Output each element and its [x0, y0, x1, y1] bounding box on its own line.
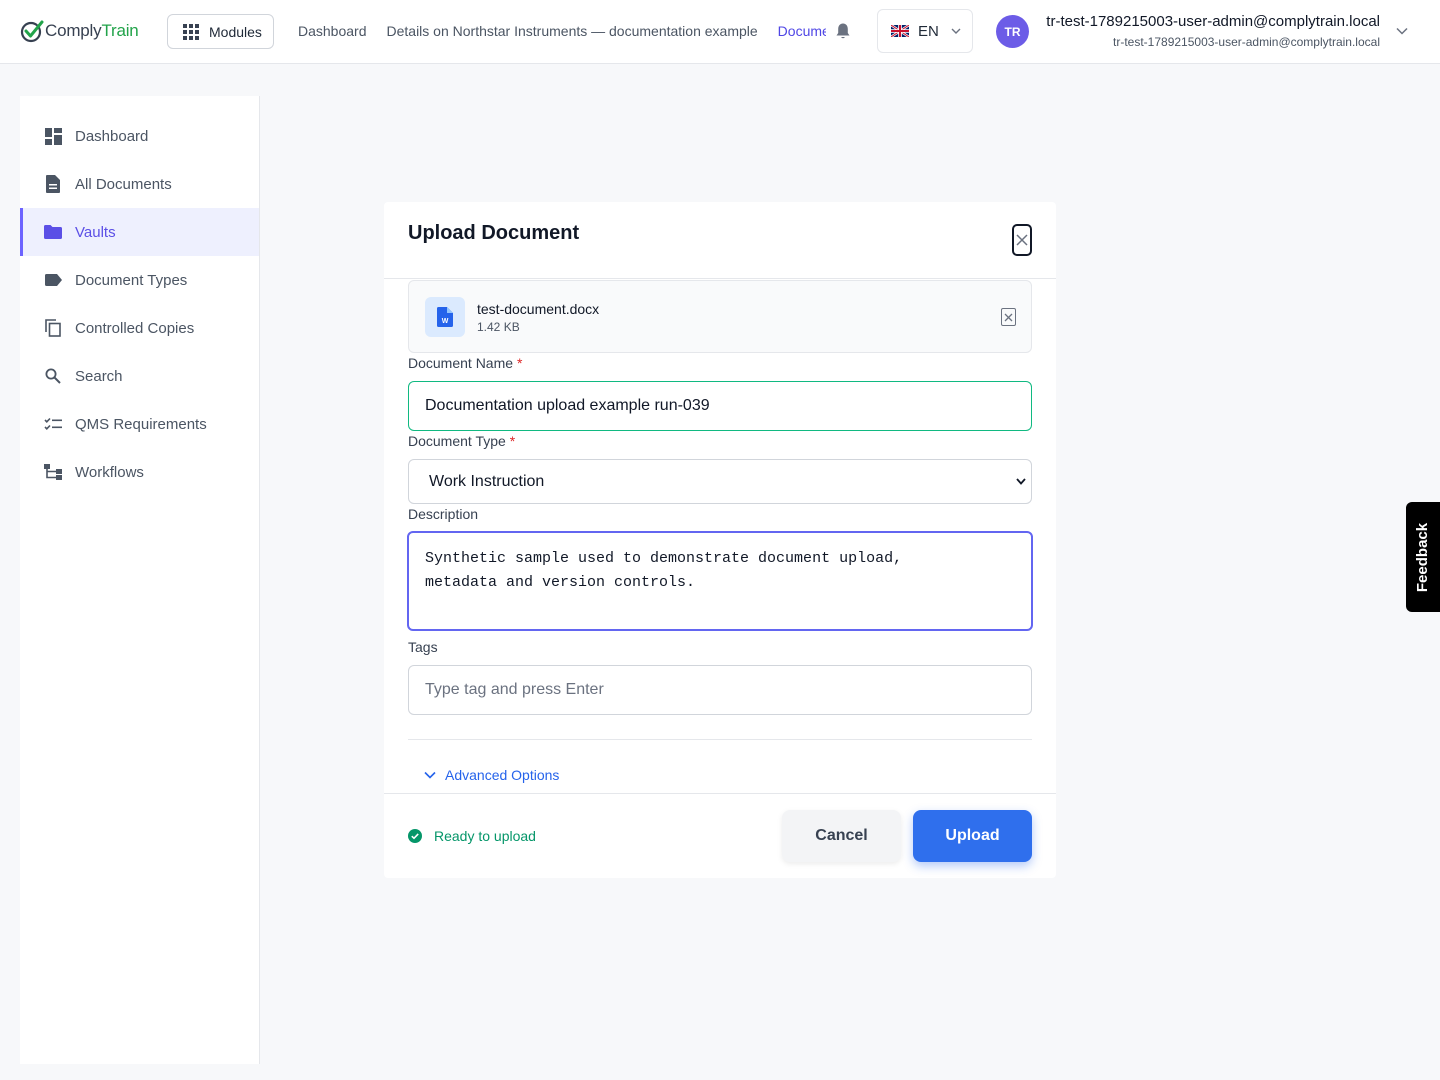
- breadcrumb: Dashboard Details on Northstar Instrumen…: [298, 23, 826, 39]
- sidebar-item-dashboard[interactable]: Dashboard: [20, 112, 259, 160]
- sidebar-item-workflows[interactable]: Workflows: [20, 448, 259, 496]
- search-icon: [44, 367, 62, 385]
- sidebar-item-document-types[interactable]: Document Types: [20, 256, 259, 304]
- language-selector[interactable]: EN: [877, 9, 973, 53]
- sidebar-nav: Dashboard All Documents Vaults Document …: [20, 96, 259, 496]
- folder-icon: [44, 223, 62, 241]
- svg-text:W: W: [442, 318, 449, 325]
- document-icon: [44, 175, 62, 193]
- breadcrumb-details[interactable]: Details on Northstar Instruments — docum…: [387, 23, 758, 39]
- user-menu-chevron-icon[interactable]: [1396, 27, 1408, 35]
- document-name-input[interactable]: [408, 381, 1032, 431]
- sidebar-item-label: Search: [75, 367, 123, 385]
- sidebar-item-label: All Documents: [75, 175, 172, 193]
- app-logo[interactable]: ComplyTrain: [20, 18, 139, 44]
- document-type-select[interactable]: Work Instruction: [408, 459, 1032, 504]
- top-header: ComplyTrain Modules Dashboard Details on…: [0, 0, 1440, 64]
- word-file-icon: W: [425, 297, 465, 337]
- sidebar-item-label: Workflows: [75, 463, 144, 481]
- upload-button[interactable]: Upload: [913, 810, 1032, 862]
- logo-check-icon: [20, 20, 44, 43]
- sidebar-item-controlled-copies[interactable]: Controlled Copies: [20, 304, 259, 352]
- dashboard-icon: [44, 127, 62, 145]
- bell-icon[interactable]: [835, 22, 851, 40]
- advanced-options-toggle[interactable]: Advanced Options: [424, 767, 559, 783]
- tag-icon: [44, 271, 62, 289]
- modules-label: Modules: [209, 23, 262, 40]
- selected-file-card: W test-document.docx 1.42 KB: [408, 280, 1032, 353]
- document-name-label: Document Name *: [408, 355, 523, 371]
- workflow-icon: [44, 463, 62, 481]
- modal-footer-divider: [384, 793, 1056, 794]
- required-mark: *: [509, 433, 516, 449]
- section-divider: [408, 739, 1032, 740]
- document-type-label: Document Type *: [408, 433, 516, 449]
- chevron-down-icon: [1016, 478, 1026, 485]
- feedback-tab[interactable]: Feedback: [1406, 502, 1440, 612]
- sidebar-item-all-documents[interactable]: All Documents: [20, 160, 259, 208]
- sidebar-item-label: Document Types: [75, 271, 188, 289]
- sidebar-item-label: Dashboard: [75, 127, 149, 145]
- modal-close-button[interactable]: [1012, 224, 1032, 256]
- sidebar-item-label: QMS Requirements: [75, 415, 207, 433]
- close-icon: [1004, 313, 1013, 321]
- modal-header-divider: [384, 278, 1056, 279]
- chevron-down-icon: [951, 28, 961, 34]
- sidebar-item-qms-requirements[interactable]: QMS Requirements: [20, 400, 259, 448]
- description-textarea[interactable]: Synthetic sample used to demonstrate doc…: [407, 531, 1033, 631]
- checklist-icon: [44, 415, 62, 433]
- avatar[interactable]: TR: [996, 15, 1029, 48]
- modal-title: Upload Document: [408, 222, 580, 244]
- sidebar-item-vaults[interactable]: Vaults: [20, 208, 259, 256]
- check-circle-icon: [408, 829, 422, 843]
- user-email: tr-test-1789215003-user-admin@complytrai…: [1113, 35, 1380, 49]
- cancel-button[interactable]: Cancel: [782, 810, 901, 862]
- feedback-label: Feedback: [1414, 522, 1432, 592]
- upload-document-modal: Upload Document W test-document.docx 1.4…: [384, 202, 1056, 878]
- breadcrumb-dashboard[interactable]: Dashboard: [298, 23, 367, 39]
- document-type-selected: Work Instruction: [429, 472, 545, 490]
- sidebar-item-label: Vaults: [75, 223, 116, 241]
- tags-label: Tags: [408, 639, 438, 655]
- grid-icon: [183, 23, 199, 40]
- required-mark: *: [516, 355, 523, 371]
- language-label: EN: [918, 22, 939, 40]
- file-size: 1.42 KB: [477, 320, 520, 334]
- file-name: test-document.docx: [477, 301, 600, 317]
- logo-text-train: Train: [101, 21, 139, 40]
- chevron-down-icon: [424, 771, 436, 779]
- sidebar-item-search[interactable]: Search: [20, 352, 259, 400]
- close-icon: [1016, 234, 1028, 246]
- logo-text-comply: Comply: [45, 21, 102, 40]
- copy-icon: [44, 319, 62, 337]
- tags-input[interactable]: [408, 665, 1032, 715]
- remove-file-button[interactable]: [1001, 308, 1016, 326]
- description-label: Description: [408, 506, 479, 522]
- sidebar: Dashboard All Documents Vaults Document …: [20, 96, 260, 1064]
- breadcrumb-documents[interactable]: Documents: [778, 23, 826, 39]
- uk-flag-icon: [891, 25, 909, 37]
- upload-status: Ready to upload: [408, 828, 536, 844]
- sidebar-item-label: Controlled Copies: [75, 319, 195, 337]
- user-name: tr-test-1789215003-user-admin@complytrai…: [1046, 13, 1380, 30]
- advanced-options-label: Advanced Options: [445, 767, 560, 783]
- modules-button[interactable]: Modules: [167, 14, 274, 49]
- upload-status-text: Ready to upload: [434, 828, 536, 844]
